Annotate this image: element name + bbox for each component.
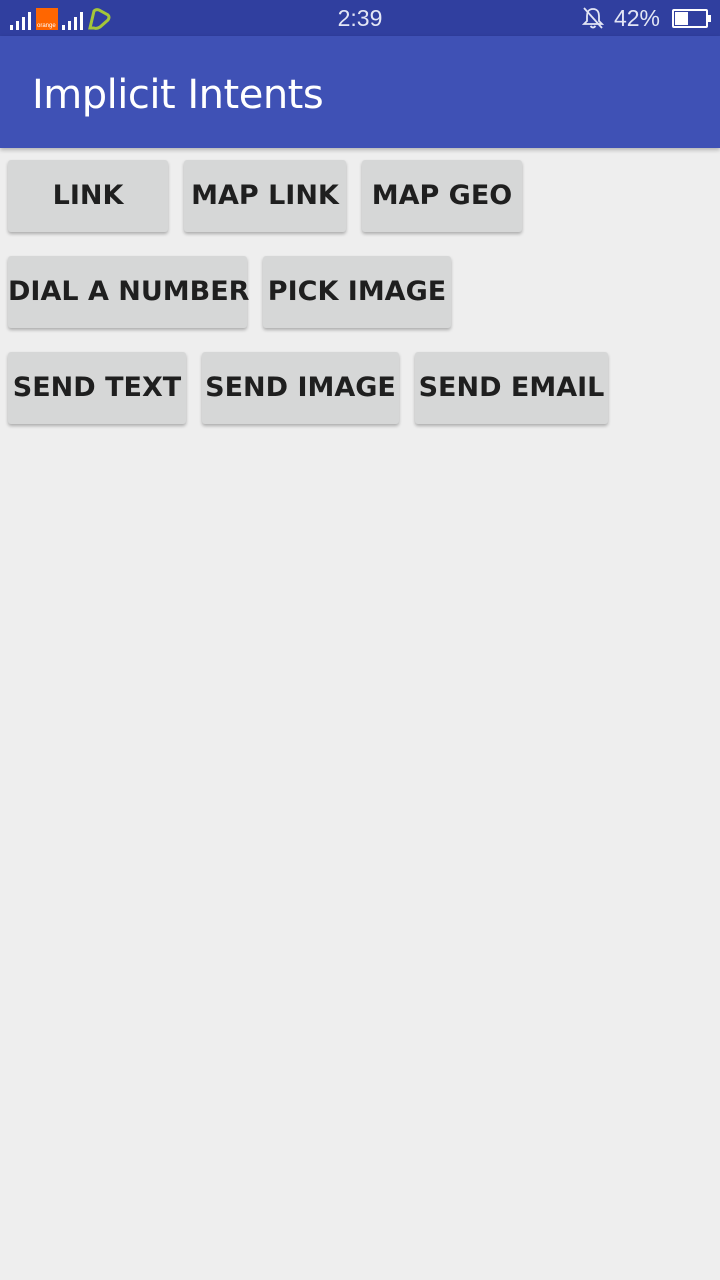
pick-image-button[interactable]: PICK IMAGE (263, 256, 451, 328)
send-image-button[interactable]: SEND IMAGE (202, 352, 399, 424)
map-geo-button[interactable]: MAP GEO (362, 160, 522, 232)
battery-fill (675, 11, 689, 25)
status-bar: orange 2:39 42% (0, 0, 720, 36)
status-right-icons: 42% (581, 4, 711, 31)
notifications-off-icon (581, 7, 604, 29)
battery-percent: 42% (613, 4, 660, 31)
app-bar: Implicit Intents (0, 36, 720, 148)
send-text-button[interactable]: SEND TEXT (8, 352, 186, 424)
page-title: Implicit Intents (32, 72, 324, 118)
dial-number-button[interactable]: DIAL A NUMBER (8, 256, 249, 328)
battery-icon (672, 8, 711, 28)
map-link-button[interactable]: MAP LINK (184, 160, 346, 232)
link-button[interactable]: LINK (8, 160, 168, 232)
send-email-button[interactable]: SEND EMAIL (415, 352, 608, 424)
